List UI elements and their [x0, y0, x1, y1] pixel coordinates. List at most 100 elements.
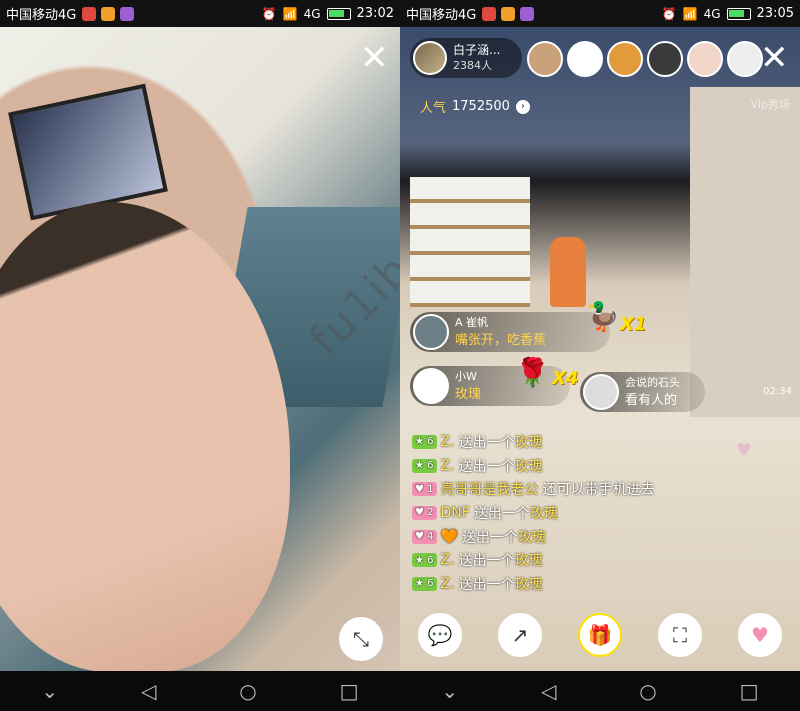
gift-button[interactable]: 🎁 — [578, 613, 622, 657]
viewer-avatar[interactable] — [647, 41, 683, 77]
chat-text: 送出一个 — [458, 458, 515, 475]
status-time: 23:05 — [756, 6, 794, 21]
gift-user-avatar[interactable] — [583, 374, 619, 410]
viewer-count: 2384人 — [453, 59, 492, 72]
host-card[interactable]: 白子涵... 2384人 — [410, 38, 522, 78]
left-screen: 中国移动4G ⏰ 📶 4G 23:02 ✕ ⤡ ⌄ ◁ ○ □ fu1ib.or… — [0, 0, 400, 711]
alarm-icon: ⏰ — [661, 6, 677, 21]
level-number: 6 — [427, 460, 434, 472]
level-badge: ♥ 2 — [412, 505, 437, 520]
gift-user-avatar[interactable] — [413, 314, 449, 350]
rose-icon: 🌹 — [515, 356, 550, 389]
star-icon: ★ — [415, 436, 424, 448]
chat-list: ★ 6 Z. 送出一个 玫瑰 ★ 6 Z. 送出一个 玫瑰 ♥ 1 亮哥哥是我老… — [412, 430, 742, 596]
wifi-icon: 📶 — [682, 6, 698, 21]
notification-badge-icon — [101, 6, 116, 21]
chat-highlight: 玫瑰 — [514, 434, 543, 451]
system-nav-bar: ⌄ ◁ ○ □ — [0, 671, 400, 711]
chat-user[interactable]: 亮哥哥是我老公 — [441, 479, 539, 499]
stream-clock: 02:34 — [763, 386, 792, 397]
chat-user[interactable]: Z. — [441, 434, 455, 450]
close-icon[interactable]: ✕ — [360, 41, 389, 75]
heart-badge-icon: ♥ — [415, 507, 424, 519]
heart-icon: ♥ — [751, 623, 769, 647]
back-icon[interactable]: ◁ — [141, 679, 156, 703]
like-button[interactable]: ♥ — [738, 613, 782, 657]
comment-button[interactable]: 💬 — [418, 613, 462, 657]
wifi-icon: 📶 — [282, 6, 298, 21]
towel-shelf — [410, 177, 530, 307]
popularity-value: 1752500 — [452, 99, 510, 114]
host-name: 白子涵... — [453, 43, 501, 57]
system-nav-bar: ⌄ ◁ ○ □ — [400, 671, 800, 711]
network-label: 4G — [303, 6, 321, 21]
chat-user[interactable]: Z. — [441, 458, 455, 474]
home-icon[interactable]: ○ — [639, 679, 656, 703]
popularity-label: 人气 — [420, 101, 447, 116]
heart-badge-icon: ♥ — [415, 531, 424, 543]
home-icon[interactable]: ○ — [239, 679, 256, 703]
banana-duck-icon: 🦆 — [585, 300, 620, 333]
chat-message: ♥ 2 DNF 送出一个 玫瑰 — [412, 501, 742, 525]
carrier-label: 中国移动4G — [406, 8, 477, 23]
chevron-right-icon: › — [515, 99, 530, 114]
level-badge: ♥ 4 — [412, 529, 437, 544]
viewer-avatar[interactable] — [527, 41, 563, 77]
battery-icon — [726, 7, 751, 20]
recents-icon[interactable]: □ — [740, 679, 759, 703]
back-icon[interactable]: ◁ — [541, 679, 556, 703]
fullscreen-button[interactable]: ⛶ — [658, 613, 702, 657]
gift-user: 小W — [455, 370, 477, 383]
level-number: 6 — [427, 554, 434, 566]
notification-badge-icon — [520, 6, 535, 21]
battery-icon — [326, 7, 351, 20]
carrier-label: 中国移动4G — [6, 8, 77, 23]
gift-user: 会说的石头 — [625, 376, 680, 389]
chat-text: 送出一个 — [458, 553, 515, 570]
alarm-icon: ⏰ — [261, 6, 277, 21]
chat-highlight: 玫瑰 — [514, 576, 543, 593]
viewer-avatar[interactable] — [687, 41, 723, 77]
gift-message: 看有人的 — [625, 393, 678, 408]
notification-badge-icon — [482, 6, 497, 21]
chat-user[interactable]: 🧡 — [441, 529, 458, 545]
level-number: 6 — [427, 436, 434, 448]
share-button[interactable]: ↗ — [498, 613, 542, 657]
popularity-row[interactable]: 人气 1752500 › — [420, 97, 530, 116]
level-number: 6 — [427, 578, 434, 590]
chat-text: 送出一个 — [458, 434, 515, 451]
chat-highlight: 玫瑰 — [517, 529, 546, 546]
expand-icon: ⛶ — [673, 623, 687, 647]
recents-icon[interactable]: □ — [340, 679, 359, 703]
gift-banner: 会说的石头 看有人的 — [580, 372, 705, 412]
chat-highlight: 玫瑰 — [514, 553, 543, 570]
status-bar: 中国移动4G ⏰ 📶 4G 23:05 — [400, 0, 800, 27]
chat-text: 送出一个 — [461, 529, 518, 546]
chat-highlight: 玫瑰 — [514, 458, 543, 475]
shrink-screen-button[interactable]: ⤡ — [339, 617, 383, 661]
star-icon: ★ — [415, 578, 424, 590]
vip-tag: Vip秀场 — [750, 98, 790, 111]
chevron-down-icon[interactable]: ⌄ — [41, 679, 58, 703]
heart-badge-icon: ♥ — [415, 483, 424, 495]
viewer-avatar[interactable] — [567, 41, 603, 77]
chat-user[interactable]: DNF — [441, 505, 470, 521]
chevron-down-icon[interactable]: ⌄ — [441, 679, 458, 703]
gift-user-avatar[interactable] — [413, 368, 449, 404]
host-avatar[interactable] — [413, 41, 447, 75]
chat-message: ★ 6 Z. 送出一个 玫瑰 — [412, 430, 742, 454]
level-number: 4 — [427, 531, 434, 543]
gift-user: A 崔帆 — [455, 316, 489, 329]
gift-multiplier: X1 — [620, 314, 647, 335]
chat-user[interactable]: Z. — [441, 552, 455, 568]
viewer-avatar[interactable] — [727, 41, 763, 77]
star-icon: ★ — [415, 460, 424, 472]
chat-user[interactable]: Z. — [441, 576, 455, 592]
gift-icon: 🎁 — [587, 623, 613, 647]
network-label: 4G — [703, 6, 721, 21]
level-badge: ★ 6 — [412, 458, 437, 473]
level-number: 1 — [427, 483, 434, 495]
chat-message: ♥ 1 亮哥哥是我老公 还可以带手机进去 — [412, 477, 742, 501]
viewer-avatar[interactable] — [607, 41, 643, 77]
close-icon[interactable]: ✕ — [760, 41, 789, 75]
